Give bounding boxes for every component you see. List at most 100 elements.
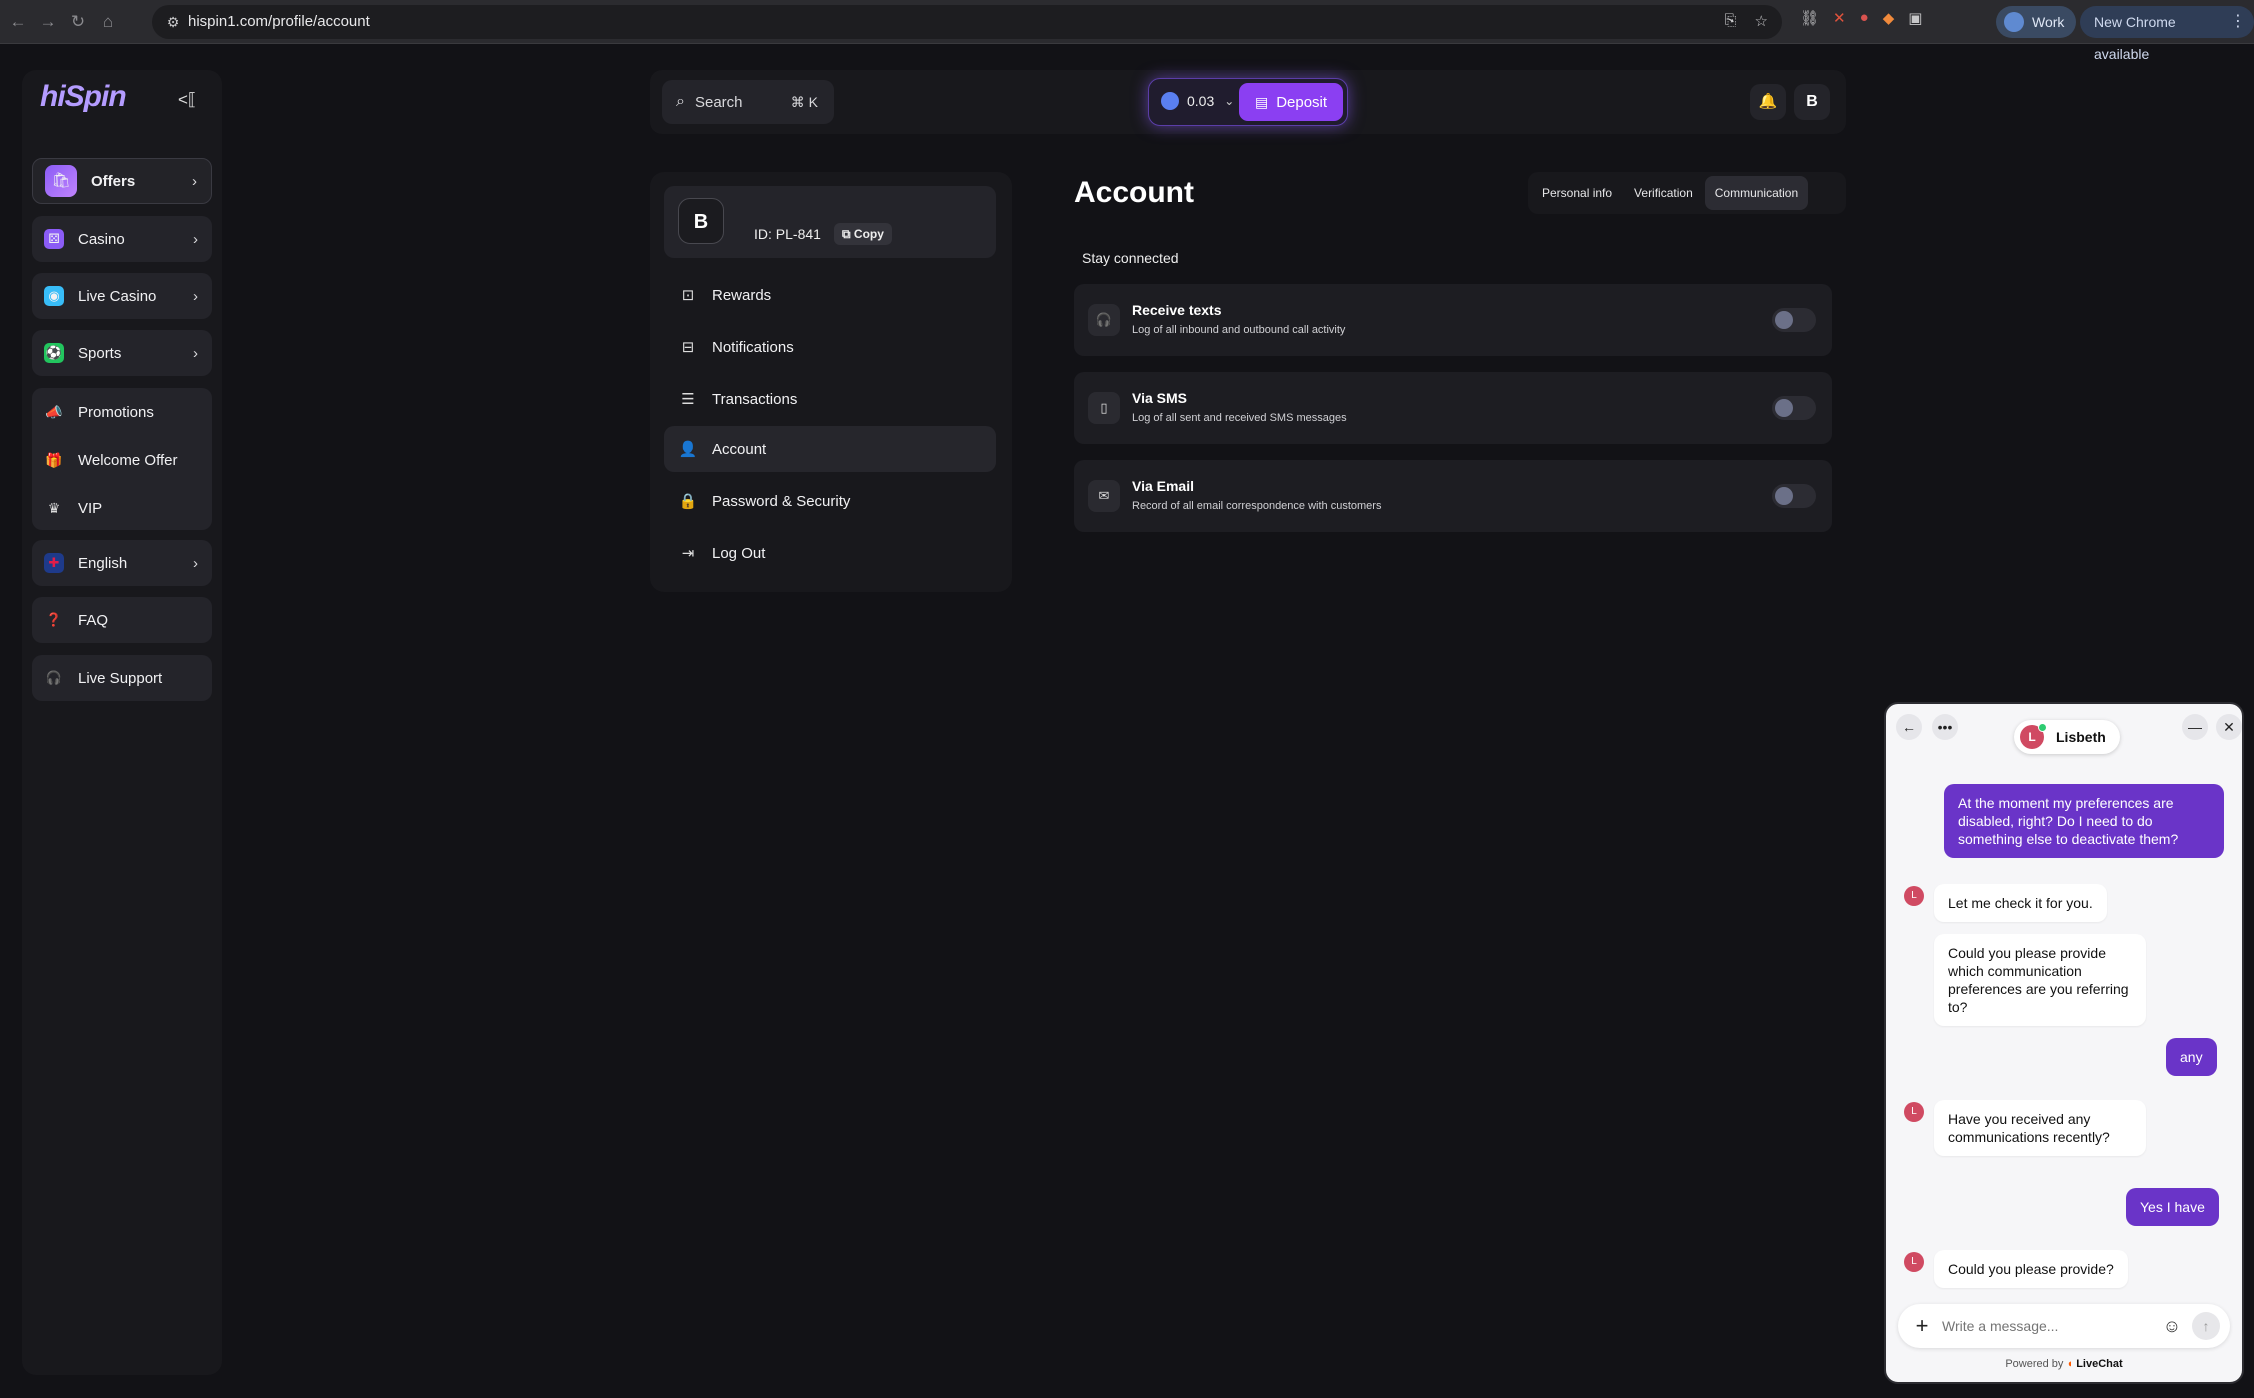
- reload-icon[interactable]: ↻: [66, 10, 90, 34]
- bookmark-star-icon[interactable]: ☆: [1755, 12, 1768, 30]
- agent-avatar: L: [1904, 886, 1924, 906]
- menu-item-label: Log Out: [712, 544, 766, 562]
- pref-title: Via SMS: [1132, 390, 1187, 406]
- sidebar-item-label: Promotions: [78, 403, 154, 421]
- bell-icon[interactable]: 🔔: [1750, 84, 1786, 120]
- ball-icon: ⚽: [44, 343, 64, 363]
- deposit-label: Deposit: [1276, 93, 1328, 111]
- sidebar-item-live-casino[interactable]: ◉ Live Casino ›: [32, 273, 212, 319]
- extension-fox-icon[interactable]: ◆: [1883, 9, 1895, 27]
- sidebar-item-welcome-offer[interactable]: 🎁 Welcome Offer: [32, 436, 212, 484]
- sidebar-item-live-support[interactable]: 🎧 Live Support: [32, 655, 212, 701]
- extension-close-icon[interactable]: ✕: [1833, 9, 1846, 27]
- sidebar-item-label: Offers: [91, 172, 136, 190]
- url-text[interactable]: hispin1.com/profile/account: [188, 13, 370, 30]
- user-card: B ID: PL-841 ⧉ Copy: [664, 186, 996, 258]
- menu-item-notifications[interactable]: ⊟ Notifications: [664, 324, 996, 370]
- tab-verification[interactable]: Verification: [1624, 176, 1703, 210]
- dice-icon: ⚄: [44, 229, 64, 249]
- wallet-widget: 0.03 ⌄ ▤ Deposit: [1148, 78, 1348, 126]
- chrome-profile-button[interactable]: Work: [1996, 6, 2077, 38]
- menu-item-label: Notifications: [712, 338, 794, 356]
- add-attachment-icon[interactable]: +: [1908, 1312, 1936, 1340]
- forward-icon[interactable]: →: [36, 10, 60, 34]
- gift-icon: 🎁: [45, 451, 63, 468]
- sidebar-item-casino[interactable]: ⚄ Casino ›: [32, 216, 212, 262]
- chevron-down-icon: ⌄: [1224, 94, 1235, 108]
- via-email-toggle[interactable]: [1772, 484, 1816, 508]
- extension-record-icon[interactable]: ●: [1860, 9, 1869, 27]
- receive-texts-toggle[interactable]: [1772, 308, 1816, 332]
- sidebar-item-faq[interactable]: ❓ FAQ: [32, 597, 212, 643]
- browser-toolbar: ← → ↻ ⌂ ⚙ hispin1.com/profile/account ⎘ …: [0, 0, 2254, 62]
- question-icon: ❓: [45, 612, 63, 627]
- wallet-icon: ▤: [1254, 93, 1269, 110]
- menu-item-rewards[interactable]: ⊡ Rewards: [664, 272, 996, 318]
- back-icon[interactable]: ←: [6, 10, 30, 34]
- coin-icon: [1161, 92, 1179, 110]
- page-title: Account: [1074, 176, 1194, 209]
- user-icon: 👤: [678, 441, 698, 458]
- sidebar-item-label: Casino: [78, 230, 125, 248]
- chat-message-user: Yes I have: [2126, 1188, 2219, 1226]
- sidebar-item-label: FAQ: [78, 611, 109, 629]
- pref-title: Via Email: [1132, 478, 1195, 494]
- chat-message-input[interactable]: [1942, 1314, 2142, 1338]
- address-bar[interactable]: ⚙ hispin1.com/profile/account ⎘ ☆: [152, 5, 1782, 39]
- extension-link-icon[interactable]: ⛓: [1800, 9, 1819, 27]
- collapse-sidebar-icon[interactable]: <⟦: [178, 90, 196, 110]
- sidebar-item-label: VIP: [78, 499, 103, 517]
- menu-item-account[interactable]: 👤 Account: [664, 426, 996, 472]
- site-settings-icon[interactable]: ⚙: [164, 13, 182, 31]
- left-sidebar: [22, 70, 222, 1375]
- user-avatar: B: [678, 198, 724, 244]
- deposit-button[interactable]: ▤ Deposit: [1239, 83, 1343, 121]
- menu-item-label: Rewards: [712, 286, 772, 304]
- install-app-icon[interactable]: ⎘: [1725, 12, 1737, 30]
- pref-description: Log of all inbound and outbound call act…: [1132, 324, 1346, 336]
- browser-nav: ← → ↻ ⌂: [6, 10, 120, 34]
- avatar[interactable]: B: [1794, 84, 1830, 120]
- sidebar-item-promotions[interactable]: 📣 Promotions: [32, 388, 212, 436]
- sidebar-item-sports[interactable]: ⚽ Sports ›: [32, 330, 212, 376]
- emoji-icon[interactable]: ☺: [2160, 1314, 2184, 1338]
- chat-composer: + ☺ ↑: [1898, 1304, 2230, 1348]
- minimize-icon[interactable]: —: [2182, 714, 2208, 740]
- sidebar-item-offers[interactable]: 🛍 Offers ›: [32, 158, 212, 204]
- agent-badge: L Lisbeth: [2014, 720, 2120, 754]
- language-label: English: [78, 554, 128, 572]
- via-sms-toggle[interactable]: [1772, 396, 1816, 420]
- tab-communication[interactable]: Communication: [1704, 176, 1809, 210]
- close-icon[interactable]: ✕: [2216, 714, 2242, 740]
- menu-item-log-out[interactable]: ⇥ Log Out: [664, 530, 996, 576]
- livechat-brand[interactable]: LiveChat: [2076, 1358, 2122, 1370]
- search-button[interactable]: ⌕ Search ⌘ K: [662, 80, 834, 124]
- menu-item-transactions[interactable]: ☰ Transactions: [664, 376, 996, 422]
- powered-by-text: Powered by: [2005, 1358, 2064, 1370]
- tab-personal-info[interactable]: Personal info: [1532, 176, 1622, 210]
- agent-name: Lisbeth: [2056, 729, 2106, 745]
- livechat-logo-icon: ◖: [2066, 1358, 2074, 1370]
- chrome-update-button[interactable]: New Chrome available: [2080, 6, 2254, 62]
- agent-avatar: L: [1904, 1252, 1924, 1272]
- balance-dropdown[interactable]: 0.03 ⌄: [1161, 92, 1234, 110]
- language-selector[interactable]: ✚ English ›: [32, 540, 212, 586]
- hispin-logo[interactable]: hiSpin: [40, 80, 127, 114]
- section-label: Stay connected: [1082, 250, 1179, 266]
- chat-message-agent: Could you please provide which communica…: [1934, 934, 2146, 1026]
- more-options-icon[interactable]: •••: [1932, 714, 1958, 740]
- live-icon: ◉: [44, 286, 64, 306]
- menu-item-password-security[interactable]: 🔒 Password & Security: [664, 478, 996, 524]
- send-arrow-icon[interactable]: ↑: [2192, 1312, 2220, 1340]
- sidebar-item-label: Welcome Offer: [78, 451, 178, 469]
- chevron-right-icon: ›: [193, 287, 198, 305]
- sidebar-item-label: Sports: [78, 344, 122, 362]
- home-icon[interactable]: ⌂: [96, 10, 120, 34]
- pref-via-email: ✉ Via Email Record of all email correspo…: [1074, 460, 1832, 532]
- sidebar-item-vip[interactable]: ♛ VIP: [32, 484, 212, 532]
- extensions-puzzle-icon[interactable]: ▣: [1908, 9, 1922, 27]
- pref-via-sms: ▯ Via SMS Log of all sent and received S…: [1074, 372, 1832, 444]
- back-arrow-icon[interactable]: ←: [1896, 714, 1922, 740]
- chat-message-agent: Could you please provide?: [1934, 1250, 2128, 1288]
- copy-id-button[interactable]: ⧉ Copy: [834, 223, 892, 245]
